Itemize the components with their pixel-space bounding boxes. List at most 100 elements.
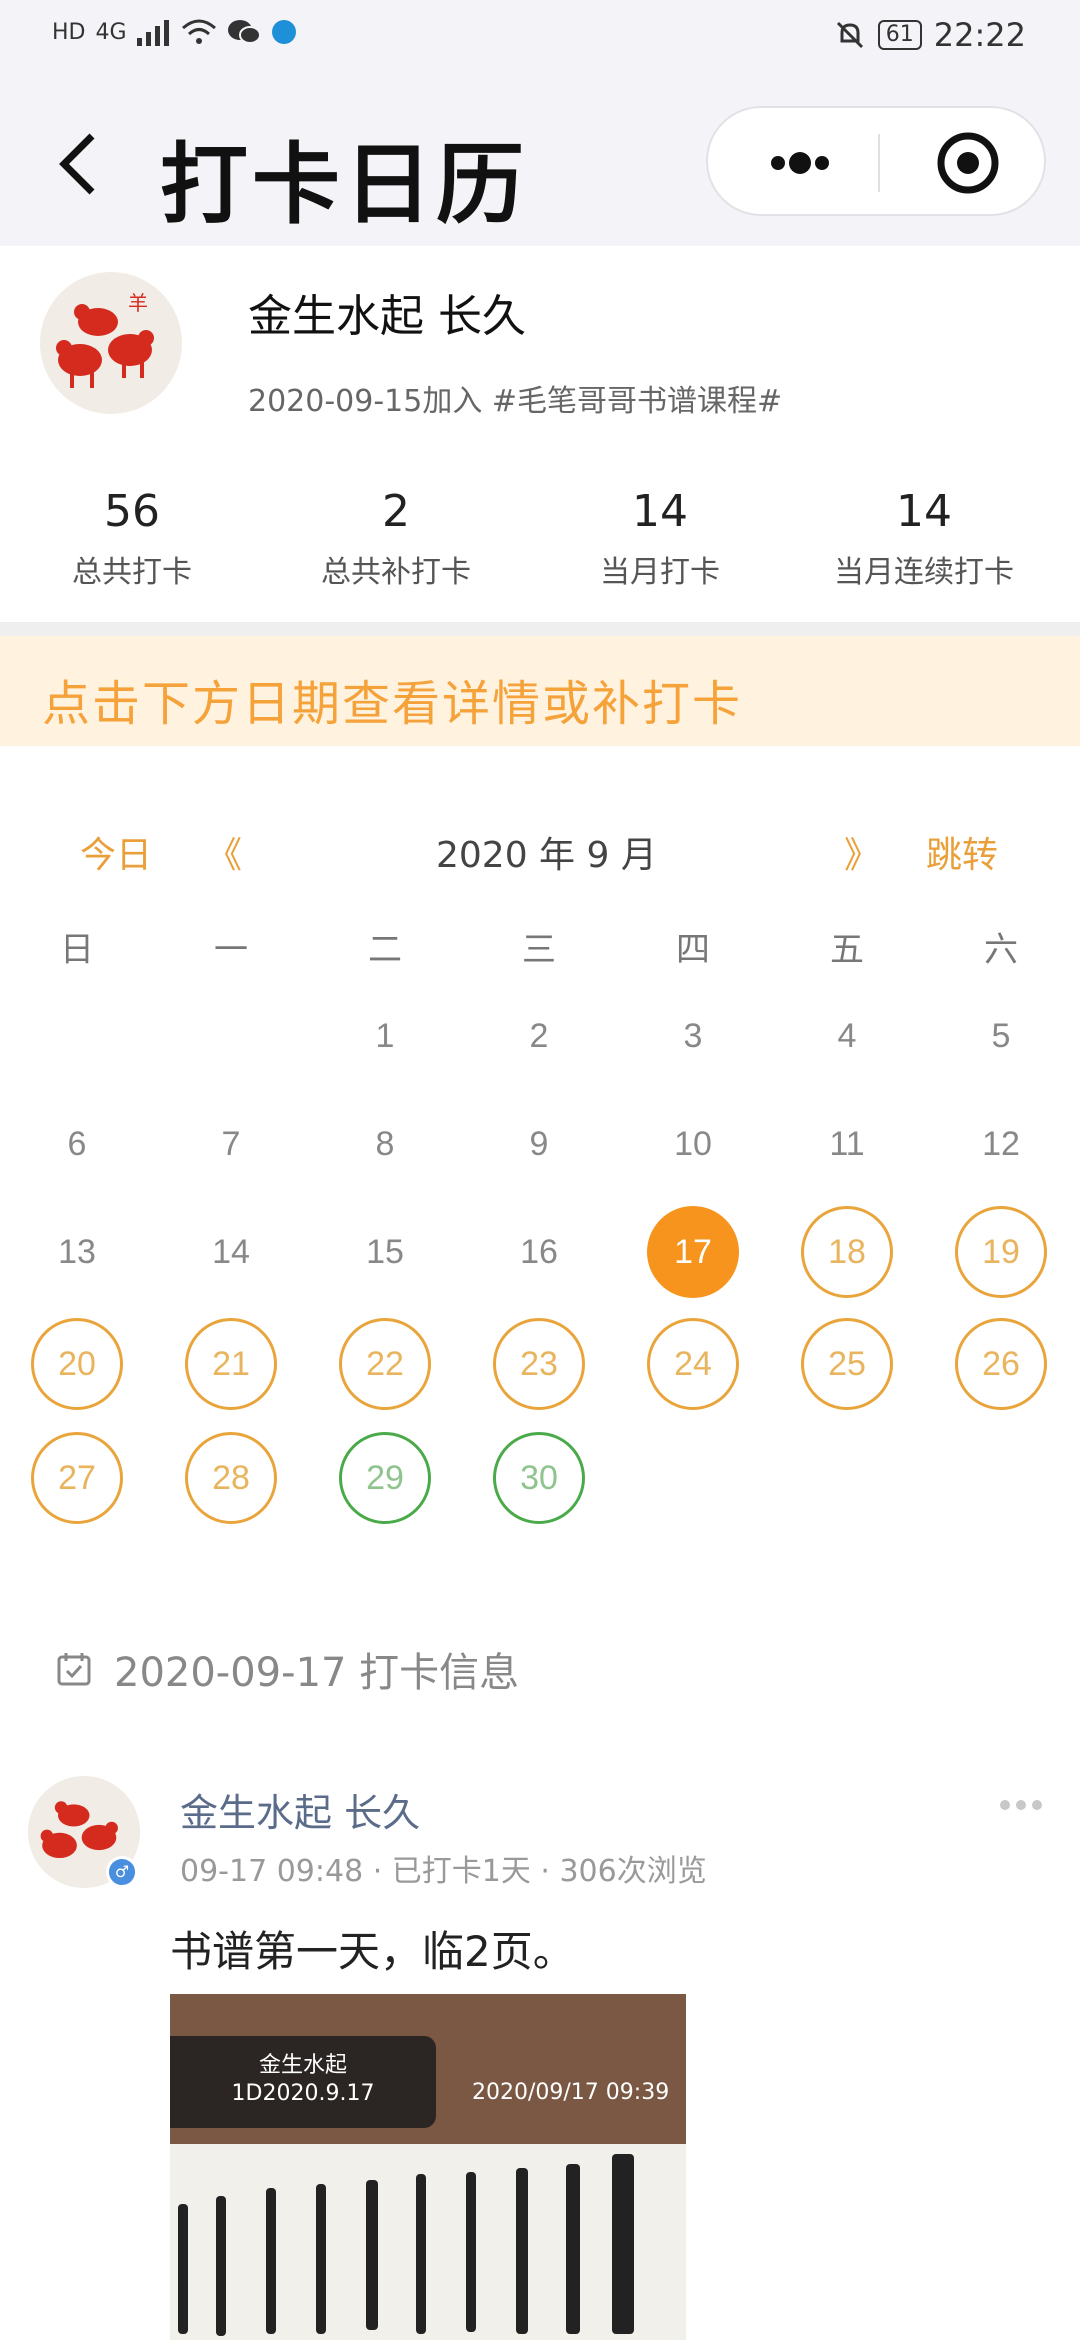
- capsule-divider: [878, 134, 880, 192]
- status-bar: HD 4G 61 22:22: [0, 0, 1080, 76]
- prev-month-button[interactable]: 《: [206, 826, 242, 878]
- miniprogram-capsule: [706, 106, 1046, 216]
- stat-value: 14: [632, 486, 688, 537]
- weekday-label: 日: [60, 930, 94, 970]
- calendar-day-16[interactable]: 16: [493, 1206, 585, 1298]
- signal-icon: [136, 20, 169, 46]
- calendar-day-24[interactable]: 24: [647, 1318, 739, 1410]
- calendar-nav: 今日 《 2020 年 9 月 》 跳转: [0, 826, 1080, 886]
- back-arrow-icon: [59, 133, 95, 195]
- calendar-day-28[interactable]: 28: [185, 1432, 277, 1524]
- wifi-icon: [181, 19, 216, 44]
- app-notification-icon: [271, 20, 296, 44]
- calendar-day-17[interactable]: 17: [647, 1206, 739, 1298]
- calligraphy-paper: [170, 2144, 686, 2340]
- next-month-button[interactable]: 》: [844, 826, 880, 878]
- calendar-check-icon: [57, 1653, 91, 1686]
- stat-label: 当月打卡: [600, 555, 720, 590]
- stat-month-checkin: 14 当月打卡: [528, 486, 792, 591]
- calendar-day-8[interactable]: 8: [339, 1098, 431, 1190]
- calendar-day-18[interactable]: 18: [801, 1206, 893, 1298]
- svg-text:羊: 羊: [128, 291, 148, 315]
- status-right: 61 22:22: [834, 16, 1026, 54]
- image-timestamp: 2020/09/17 09:39: [472, 2080, 670, 2105]
- profile-name: 金生水起 长久: [248, 291, 526, 342]
- hd-indicator: HD: [52, 19, 86, 45]
- profile-join-info: 2020-09-15加入 #毛笔哥哥书谱课程#: [248, 384, 783, 419]
- calendar-day-21[interactable]: 21: [185, 1318, 277, 1410]
- page-title: 打卡日历: [160, 133, 529, 236]
- calendar-day-22[interactable]: 22: [339, 1318, 431, 1410]
- network-indicator: 4G: [95, 19, 127, 45]
- post-author[interactable]: 金生水起 长久: [180, 1782, 420, 1837]
- avatar[interactable]: 羊: [40, 272, 182, 414]
- calendar-day-23[interactable]: 23: [493, 1318, 585, 1410]
- stat-label: 总共补打卡: [321, 555, 471, 590]
- checkin-info-title: 2020-09-17 打卡信息: [56, 1640, 519, 1698]
- calendar-day-13[interactable]: 13: [31, 1206, 123, 1298]
- stat-label: 当月连续打卡: [834, 555, 1014, 590]
- weekday-header: 日一二三四五六: [0, 922, 1080, 972]
- calendar-day-20[interactable]: 20: [31, 1318, 123, 1410]
- calendar-day-19[interactable]: 19: [955, 1206, 1047, 1298]
- weekday-label: 四: [676, 930, 710, 970]
- gender-badge-icon: ♂: [106, 1856, 138, 1888]
- calendar-day-27[interactable]: 27: [31, 1432, 123, 1524]
- calendar-day-29[interactable]: 29: [339, 1432, 431, 1524]
- more-button[interactable]: [748, 128, 848, 198]
- calendar-day-14[interactable]: 14: [185, 1206, 277, 1298]
- profile-section: 羊 金生水起 长久 2020-09-15加入 #毛笔哥哥书谱课程# 56 总共打…: [0, 246, 1080, 626]
- weekday-label: 三: [522, 930, 556, 970]
- today-button[interactable]: 今日: [80, 826, 152, 878]
- wechat-icon: [227, 20, 261, 44]
- back-button[interactable]: [50, 124, 110, 204]
- post-more-button[interactable]: [996, 1790, 1046, 1820]
- weekday-label: 六: [984, 930, 1018, 970]
- calendar-day-30[interactable]: 30: [493, 1432, 585, 1524]
- stat-month-streak: 14 当月连续打卡: [792, 486, 1056, 591]
- mute-bell-icon: [836, 21, 863, 49]
- more-dots-icon: [1000, 1800, 1042, 1810]
- month-label: 2020 年 9 月: [436, 835, 657, 876]
- calendar-day-7[interactable]: 7: [185, 1098, 277, 1190]
- calendar-day-15[interactable]: 15: [339, 1206, 431, 1298]
- header: 打卡日历: [0, 76, 1080, 246]
- checkin-info-text: 2020-09-17 打卡信息: [114, 1650, 520, 1696]
- status-time: 22:22: [933, 16, 1026, 54]
- stat-value: 2: [382, 486, 410, 537]
- post-meta: 09-17 09:48 · 已打卡1天 · 306次浏览: [180, 1854, 707, 1889]
- calendar-day-12[interactable]: 12: [955, 1098, 1047, 1190]
- weekday-label: 五: [830, 930, 864, 970]
- close-miniprogram-button[interactable]: [928, 128, 1008, 198]
- image-tag-name: 金生水起: [258, 2053, 347, 2078]
- calendar-day-4[interactable]: 4: [801, 990, 893, 1082]
- image-watermark-tag: 金生水起 1D2020.9.17: [170, 2036, 436, 2128]
- stat-value: 56: [104, 486, 160, 537]
- stat-value: 14: [896, 486, 952, 537]
- calendar-day-5[interactable]: 5: [955, 990, 1047, 1082]
- calendar-day-1[interactable]: 1: [339, 990, 431, 1082]
- weekday-label: 二: [368, 930, 402, 970]
- notice-text: 点击下方日期查看详情或补打卡: [42, 676, 743, 732]
- calendar-day-6[interactable]: 6: [31, 1098, 123, 1190]
- more-dots-icon: [771, 152, 829, 174]
- stat-total-makeup: 2 总共补打卡: [264, 486, 528, 591]
- jump-button[interactable]: 跳转: [926, 826, 998, 878]
- stat-total-checkin: 56 总共打卡: [0, 486, 264, 591]
- stats-row: 56 总共打卡 2 总共补打卡 14 当月打卡 14 当月连续打卡: [0, 486, 1080, 591]
- calendar-day-2[interactable]: 2: [493, 990, 585, 1082]
- battery-indicator: 61: [877, 20, 922, 50]
- section-divider: [0, 622, 1080, 636]
- calendar-day-25[interactable]: 25: [801, 1318, 893, 1410]
- calendar-day-26[interactable]: 26: [955, 1318, 1047, 1410]
- weekday-label: 一: [214, 930, 248, 970]
- calendar-day-11[interactable]: 11: [801, 1098, 893, 1190]
- calendar-day-3[interactable]: 3: [647, 990, 739, 1082]
- image-tag-date: 1D2020.9.17: [231, 2081, 375, 2106]
- post-image[interactable]: 金生水起 1D2020.9.17 2020/09/17 09:39: [170, 1994, 686, 2340]
- calendar-day-9[interactable]: 9: [493, 1098, 585, 1190]
- status-left: HD 4G: [52, 18, 297, 46]
- calendar-day-10[interactable]: 10: [647, 1098, 739, 1190]
- target-circle-icon: [937, 132, 999, 194]
- notice-banner: 点击下方日期查看详情或补打卡: [0, 636, 1080, 746]
